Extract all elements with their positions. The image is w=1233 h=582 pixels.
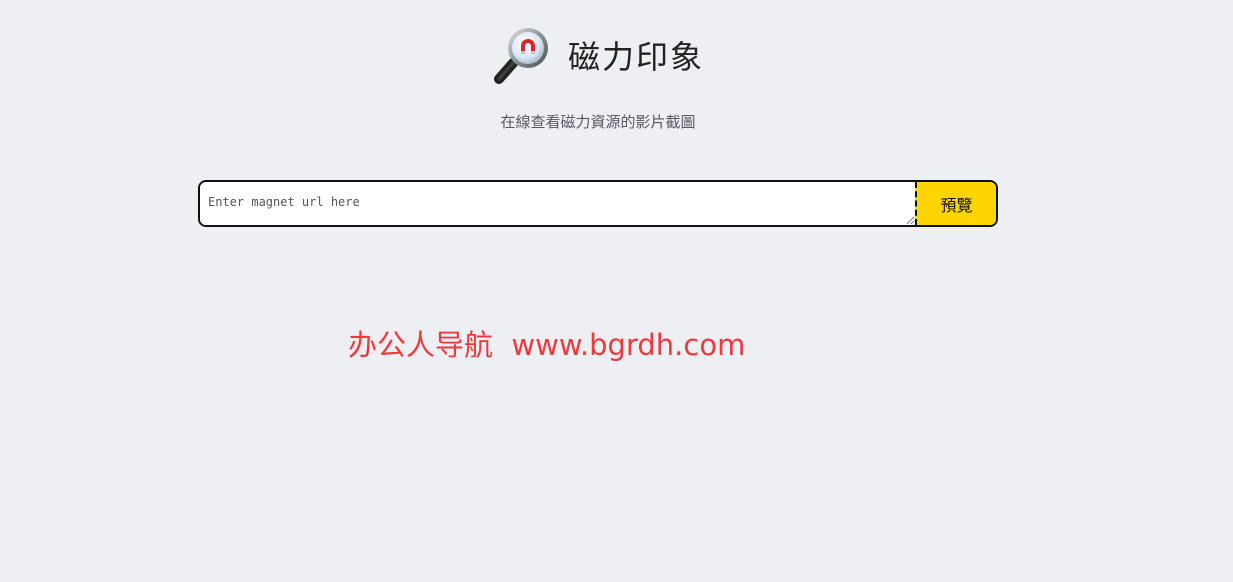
page-subtitle: 在線查看磁力資源的影片截圖 bbox=[500, 113, 696, 131]
magnet-url-input[interactable] bbox=[200, 182, 915, 225]
site-header: 磁力印象 bbox=[0, 24, 1196, 86]
watermark-text: 办公人导航 www.bgrdh.com bbox=[348, 328, 746, 362]
page-title: 磁力印象 bbox=[567, 38, 704, 76]
preview-button[interactable]: 預覽 bbox=[915, 182, 996, 225]
search-bar: 預覽 bbox=[198, 180, 998, 227]
magnifying-glass-magnet-icon bbox=[493, 28, 548, 84]
